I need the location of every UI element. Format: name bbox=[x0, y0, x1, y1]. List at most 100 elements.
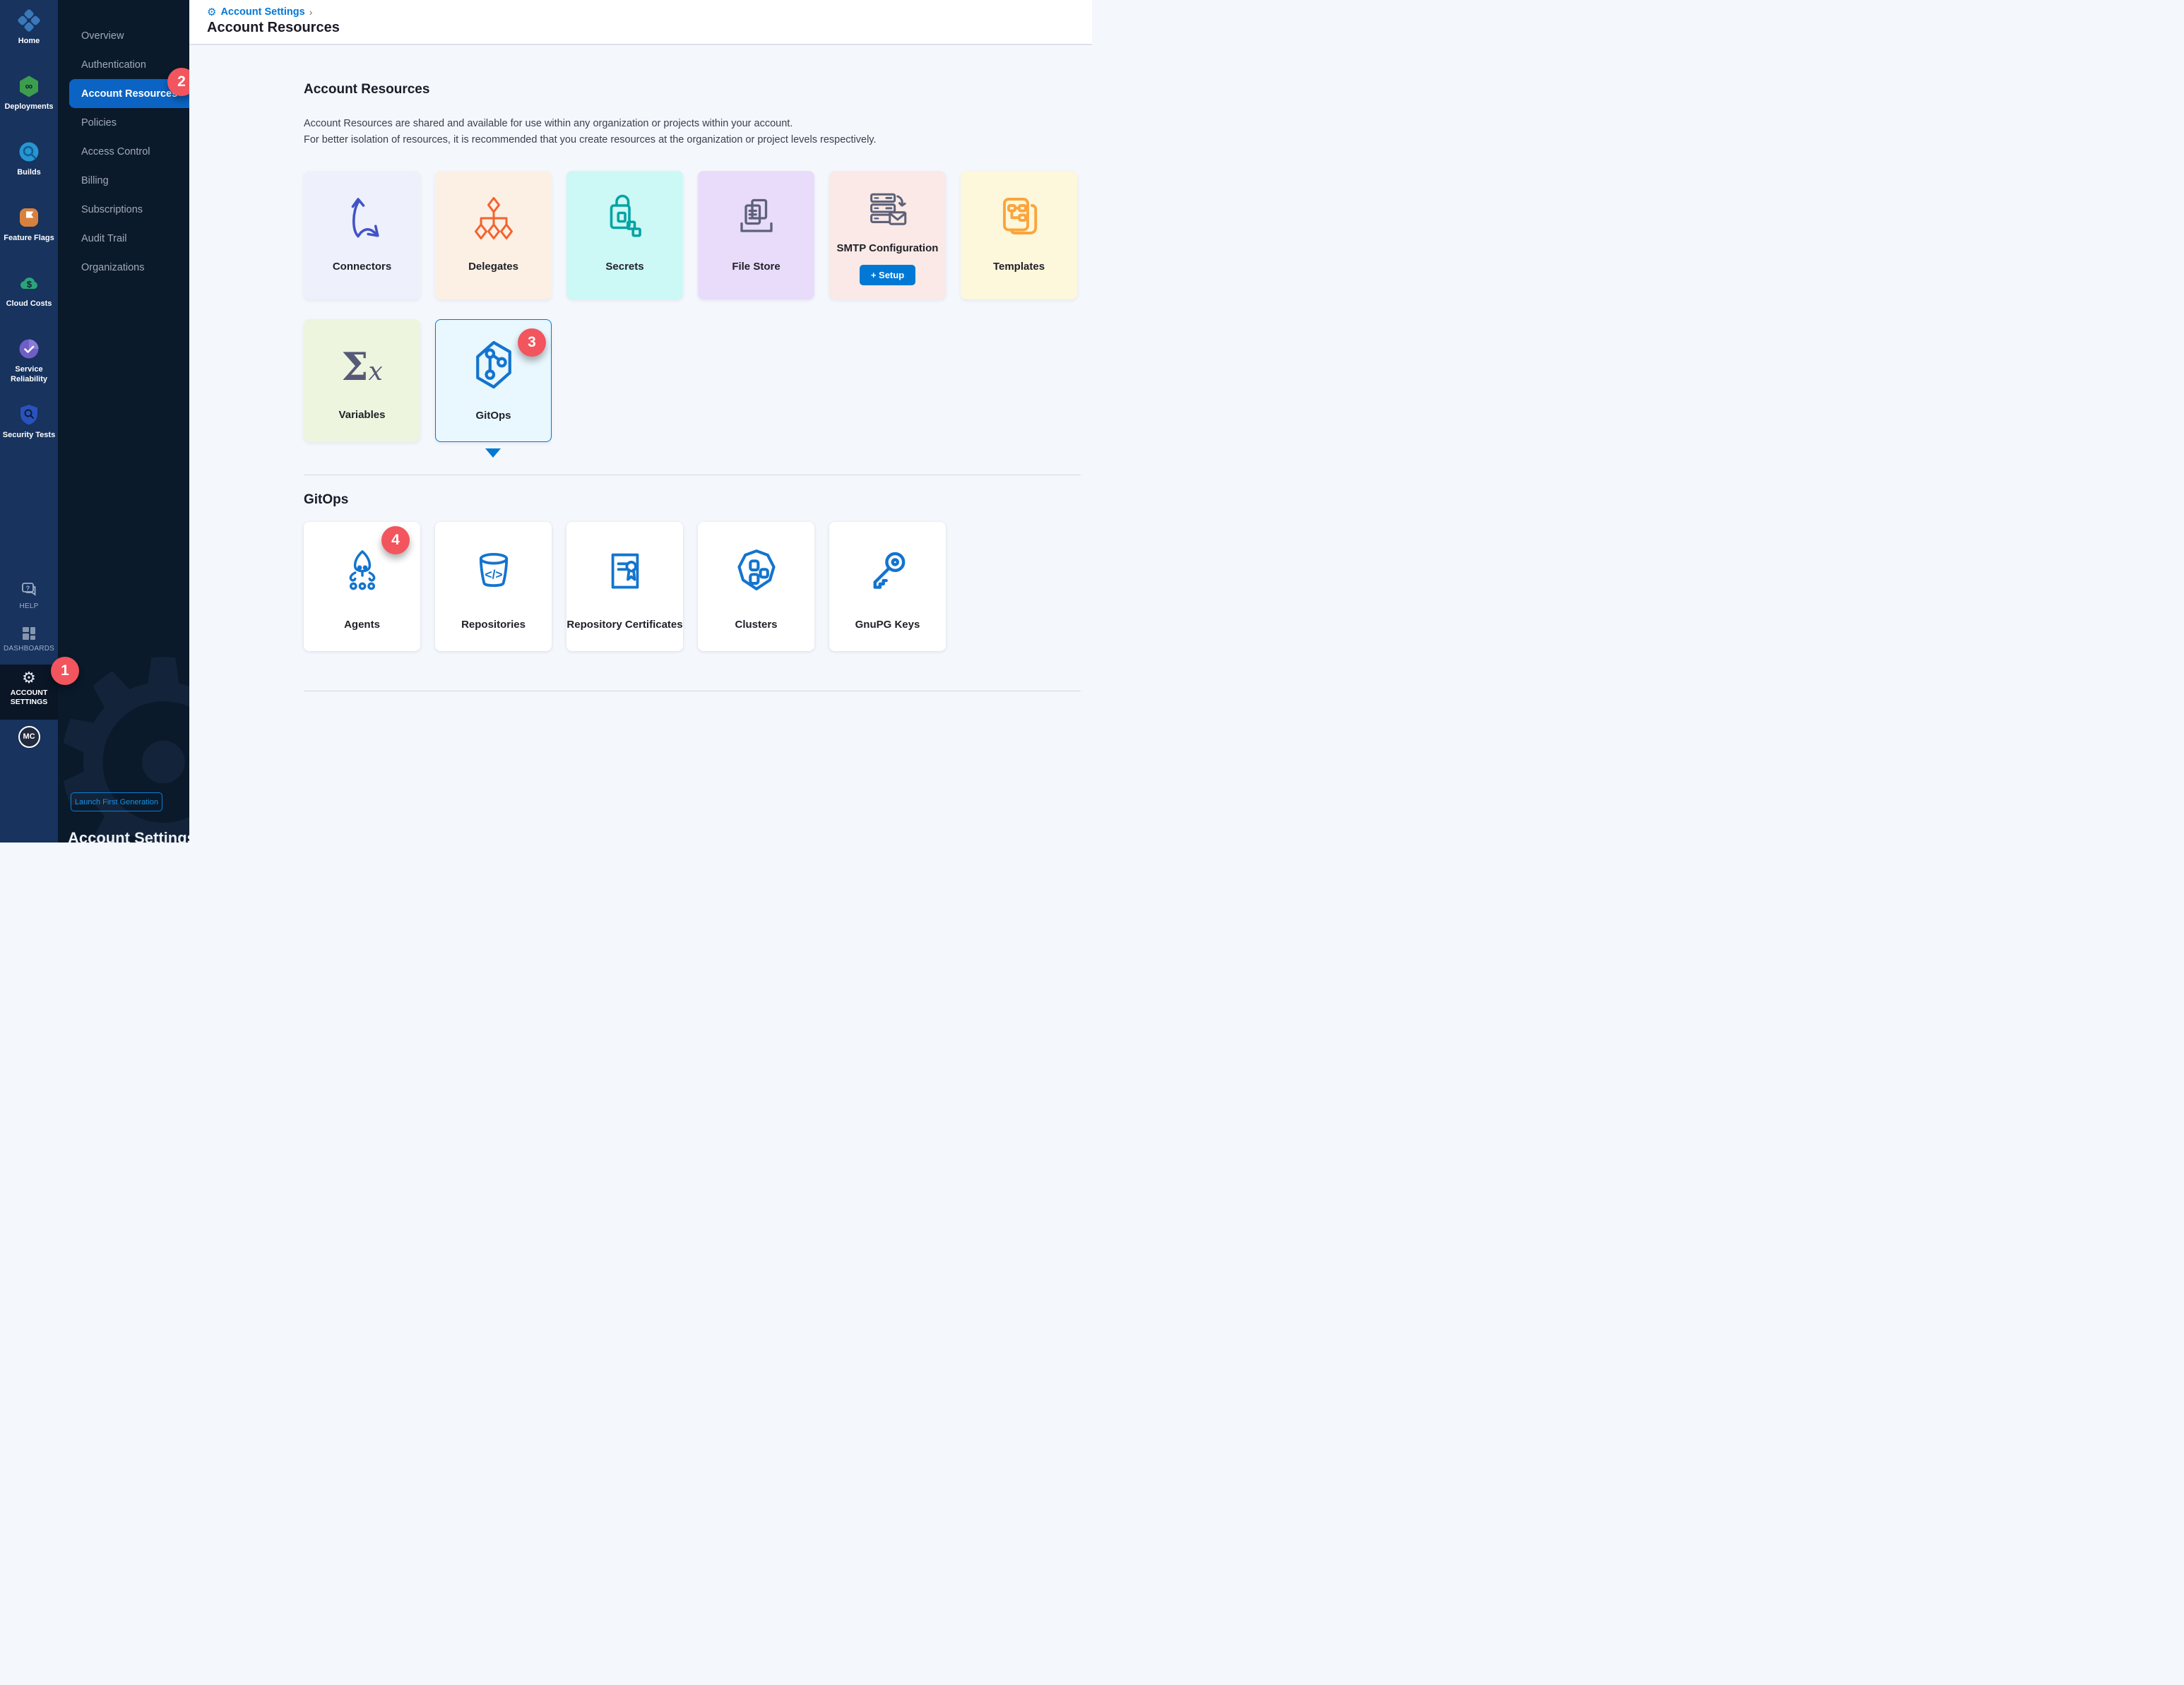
gitops-caret-down-icon bbox=[485, 448, 501, 458]
templates-icon bbox=[994, 177, 1045, 260]
rail-label: Builds bbox=[17, 168, 41, 178]
card-label: Variables bbox=[339, 408, 386, 422]
description-line-2: For better isolation of resources, it is… bbox=[304, 134, 877, 145]
rail-label: Cloud Costs bbox=[6, 299, 52, 309]
clusters-icon bbox=[730, 528, 783, 618]
main-area: ⚙ Account Settings › Account Resources A… bbox=[189, 0, 1092, 842]
sidenav-item-organizations[interactable]: Organizations bbox=[58, 253, 189, 282]
card-agents[interactable]: Agents 4 bbox=[304, 522, 420, 651]
svg-text:$: $ bbox=[27, 279, 32, 290]
card-label: Clusters bbox=[735, 618, 777, 632]
page-title: Account Resources bbox=[207, 20, 1092, 36]
repository-certificates-icon bbox=[598, 528, 652, 618]
card-smtp-configuration[interactable]: SMTP Configuration + Setup bbox=[829, 171, 946, 299]
card-secrets[interactable]: Secrets bbox=[566, 171, 683, 299]
rail-item-service-reliability[interactable]: Service Reliability bbox=[0, 328, 58, 394]
rail-label: Service Reliability bbox=[0, 365, 58, 385]
sidenav-item-account-resources[interactable]: Account Resources 2 bbox=[69, 79, 189, 108]
gitops-cards-row: Agents 4 </> Repositories Repository Cer… bbox=[304, 522, 1081, 651]
rail-item-account-settings[interactable]: ⚙ ACCOUNT SETTINGS 1 bbox=[0, 665, 58, 720]
card-label: SMTP Configuration bbox=[837, 242, 939, 256]
rail-item-deployments[interactable]: ∞ Deployments bbox=[0, 66, 58, 131]
sidenav-item-overview[interactable]: Overview bbox=[58, 21, 189, 50]
card-gitops-selected[interactable]: GitOps 3 bbox=[435, 319, 552, 442]
annotation-badge-4: 4 bbox=[381, 526, 410, 554]
help-icon: ? bbox=[20, 581, 38, 600]
service-reliability-icon bbox=[17, 337, 41, 361]
gitops-icon bbox=[464, 326, 523, 409]
account-settings-gear-icon: ⚙ bbox=[22, 670, 36, 686]
harness-app: Home ∞ Deployments Builds Feature Flags … bbox=[0, 0, 1092, 842]
smtp-setup-button[interactable]: + Setup bbox=[860, 265, 915, 285]
card-variables[interactable]: Σx Variables bbox=[304, 319, 420, 442]
content-area: Account Resources Account Resources are … bbox=[189, 45, 1092, 842]
card-label: Connectors bbox=[333, 260, 391, 274]
variables-sigma-icon: Σx bbox=[341, 325, 383, 408]
sidenav-item-policies[interactable]: Policies bbox=[58, 108, 189, 137]
card-delegates[interactable]: Delegates bbox=[435, 171, 552, 299]
card-label: Delegates bbox=[468, 260, 518, 274]
card-templates[interactable]: Templates bbox=[961, 171, 1077, 299]
card-label: Agents bbox=[344, 618, 380, 632]
breadcrumb: ⚙ Account Settings › bbox=[207, 6, 1092, 18]
rail-label: HELP bbox=[20, 602, 39, 610]
sidenav-item-billing[interactable]: Billing bbox=[58, 166, 189, 195]
gitops-section-title: GitOps bbox=[304, 492, 1081, 508]
card-label: Templates bbox=[993, 260, 1045, 274]
section-description: Account Resources are shared and availab… bbox=[304, 116, 1081, 148]
repositories-icon: </> bbox=[467, 528, 521, 618]
sidenav-item-access-control[interactable]: Access Control bbox=[58, 137, 189, 166]
card-label: Secrets bbox=[605, 260, 643, 274]
card-gnupg-keys[interactable]: GnuPG Keys bbox=[829, 522, 946, 651]
launch-first-generation-button[interactable]: Launch First Generation bbox=[71, 792, 162, 811]
breadcrumb-gear-icon: ⚙ bbox=[207, 7, 216, 18]
harness-home-icon bbox=[17, 8, 41, 32]
card-label: GnuPG Keys bbox=[855, 618, 920, 632]
module-rail: Home ∞ Deployments Builds Feature Flags … bbox=[0, 0, 58, 842]
svg-text:∞: ∞ bbox=[25, 81, 33, 93]
sidenav-item-subscriptions[interactable]: Subscriptions bbox=[58, 195, 189, 224]
card-file-store[interactable]: File Store bbox=[698, 171, 814, 299]
rail-item-feature-flags[interactable]: Feature Flags bbox=[0, 197, 58, 263]
deployments-icon: ∞ bbox=[17, 74, 41, 98]
card-label: Repositories bbox=[461, 618, 526, 632]
cloud-costs-icon: $ bbox=[17, 271, 41, 295]
card-label: GitOps bbox=[475, 409, 511, 423]
connectors-icon bbox=[337, 177, 388, 260]
smtp-configuration-icon bbox=[865, 182, 911, 242]
breadcrumb-separator: › bbox=[309, 6, 313, 18]
sidenav-item-label: Account Resources bbox=[81, 88, 177, 100]
card-clusters[interactable]: Clusters bbox=[698, 522, 814, 651]
card-label: Repository Certificates bbox=[566, 618, 682, 632]
card-connectors[interactable]: Connectors bbox=[304, 171, 420, 299]
gnupg-keys-icon bbox=[861, 528, 915, 618]
rail-item-home[interactable]: Home bbox=[0, 0, 58, 66]
security-tests-icon bbox=[17, 403, 41, 427]
breadcrumb-account-settings-link[interactable]: Account Settings bbox=[220, 6, 304, 18]
rail-label: Home bbox=[18, 37, 40, 47]
delegates-icon bbox=[468, 177, 519, 260]
card-label: File Store bbox=[732, 260, 780, 274]
rail-item-builds[interactable]: Builds bbox=[0, 131, 58, 197]
page-header: ⚙ Account Settings › Account Resources bbox=[189, 0, 1092, 45]
sidenav-item-audit-trail[interactable]: Audit Trail bbox=[58, 224, 189, 253]
rail-label: Security Tests bbox=[3, 431, 55, 441]
resource-cards-row-1: Connectors Delegates Secrets bbox=[304, 171, 1081, 299]
rail-spacer bbox=[0, 460, 58, 577]
rail-label: Deployments bbox=[4, 102, 53, 112]
builds-icon bbox=[17, 140, 41, 164]
user-avatar[interactable]: MC bbox=[18, 726, 40, 748]
rail-item-dashboards[interactable]: DASHBOARDS bbox=[0, 621, 58, 665]
rail-item-security-tests[interactable]: Security Tests bbox=[0, 394, 58, 460]
dashboards-icon bbox=[20, 625, 37, 642]
card-repositories[interactable]: </> Repositories bbox=[435, 522, 552, 651]
annotation-badge-1: 1 bbox=[51, 657, 79, 685]
rail-item-cloud-costs[interactable]: $ Cloud Costs bbox=[0, 263, 58, 328]
card-repository-certificates[interactable]: Repository Certificates bbox=[566, 522, 683, 651]
svg-text:?: ? bbox=[26, 585, 30, 592]
rail-item-help[interactable]: ? HELP bbox=[0, 577, 58, 621]
secrets-icon bbox=[600, 177, 651, 260]
svg-text:</>: </> bbox=[485, 568, 502, 582]
annotation-badge-3: 3 bbox=[518, 328, 546, 357]
rail-label: Feature Flags bbox=[4, 234, 54, 244]
